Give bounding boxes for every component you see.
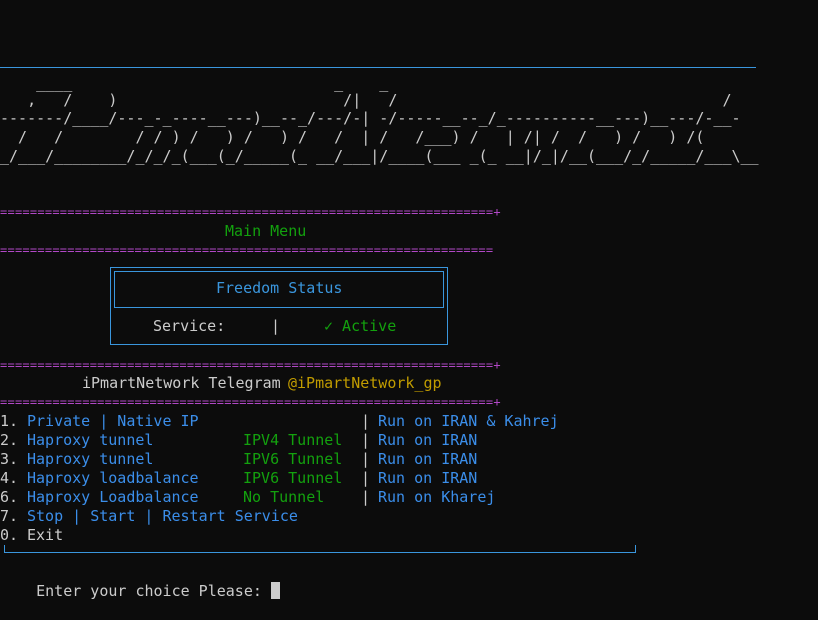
main-menu-title: Main Menu [225, 222, 307, 240]
menu-item-number: 7. [0, 507, 19, 525]
menu-item-tunnel: IPV6 Tunnel [243, 450, 343, 468]
menu-item-tunnel: IPV6 Tunnel [243, 469, 343, 487]
menu-item-label: Haproxy tunnel [27, 431, 154, 449]
menu-item-number: 0. [0, 526, 19, 544]
menu-item-label: Private | Native IP [27, 412, 199, 430]
magenta-rule-2: ========================================… [0, 243, 494, 257]
menu-item-label: Exit [27, 526, 64, 544]
choice-prompt[interactable]: Enter your choice Please: [0, 563, 280, 600]
menu-item-separator: | [361, 450, 371, 468]
menu-item-run: Run on IRAN [378, 469, 478, 487]
menu-item-separator: | [361, 412, 371, 430]
menu-item-label: Haproxy tunnel [27, 450, 154, 468]
menu-item-tunnel: No Tunnel [243, 488, 325, 506]
magenta-rule-1: ========================================… [0, 205, 501, 219]
banner-art-line-5: _/___/________/_/_/_(___(_/_____(_ __/__… [0, 147, 759, 165]
service-status-value: ✓ Active [324, 317, 397, 335]
menu-item-number: 2. [0, 431, 19, 449]
banner-art-line-2: , / ) /| / / [0, 91, 732, 109]
menu-item-label: Stop | Start | Restart Service [27, 507, 298, 525]
menu-item-number: 3. [0, 450, 19, 468]
telegram-handle[interactable]: @iPmartNetwork_gp [288, 374, 442, 393]
choice-prompt-text: Enter your choice Please: [36, 582, 271, 600]
status-box-title: Freedom Status [216, 279, 343, 297]
menu-item-run: Run on IRAN [378, 431, 478, 449]
menu-bottom-border [4, 545, 636, 553]
service-separator: | [271, 317, 281, 335]
magenta-rule-4: ========================================… [0, 395, 501, 409]
menu-item-separator: | [361, 488, 371, 506]
text-cursor [270, 582, 280, 599]
banner-art-line-3: -------/____/---_-_----__---)__--_/---/-… [0, 109, 741, 127]
menu-item-run: Run on IRAN [378, 450, 478, 468]
telegram-label: iPmartNetwork Telegram [82, 374, 281, 392]
magenta-rule-3: ========================================… [0, 358, 501, 372]
menu-item-tunnel: IPV4 Tunnel [243, 431, 343, 449]
menu-item-separator: | [361, 431, 371, 449]
menu-item-run: Run on IRAN & Kahrej [378, 412, 559, 430]
menu-item-separator: | [361, 469, 371, 487]
menu-item-number: 4. [0, 469, 19, 487]
menu-item-number: 1. [0, 412, 19, 430]
banner-art-line-4: / / / / ) / ) / ) / / | / /___) / | /| /… [0, 128, 705, 146]
service-label: Service: [153, 317, 226, 335]
terminal-window[interactable]: ____ _ _ , / ) /| / / -------/____/---_-… [0, 0, 818, 600]
menu-item-label: Haproxy Loadbalance [27, 488, 199, 506]
menu-item-number: 6. [0, 488, 19, 506]
menu-item-label: Haproxy loadbalance [27, 469, 199, 487]
banner-top-rule [0, 67, 756, 68]
menu-item-run: Run on Kharej [378, 488, 496, 506]
